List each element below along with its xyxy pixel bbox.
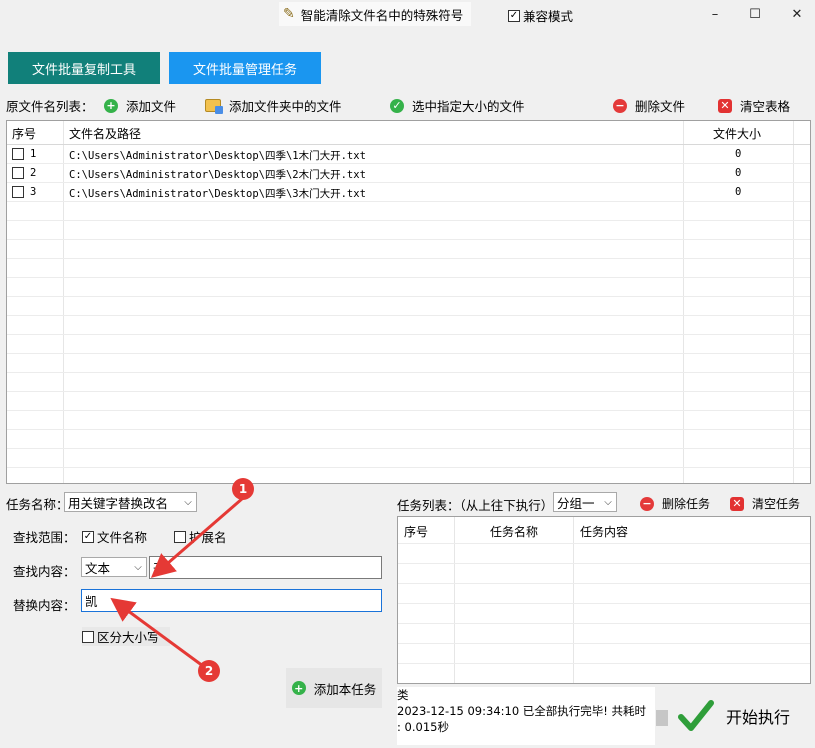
annotation-arrow-1 [150, 496, 244, 578]
annotation-badge-1: 1 [232, 478, 254, 500]
annotation-arrows [110, 496, 244, 668]
annotation-badge-2: 2 [198, 660, 220, 682]
annotation-arrow-2 [110, 597, 204, 668]
